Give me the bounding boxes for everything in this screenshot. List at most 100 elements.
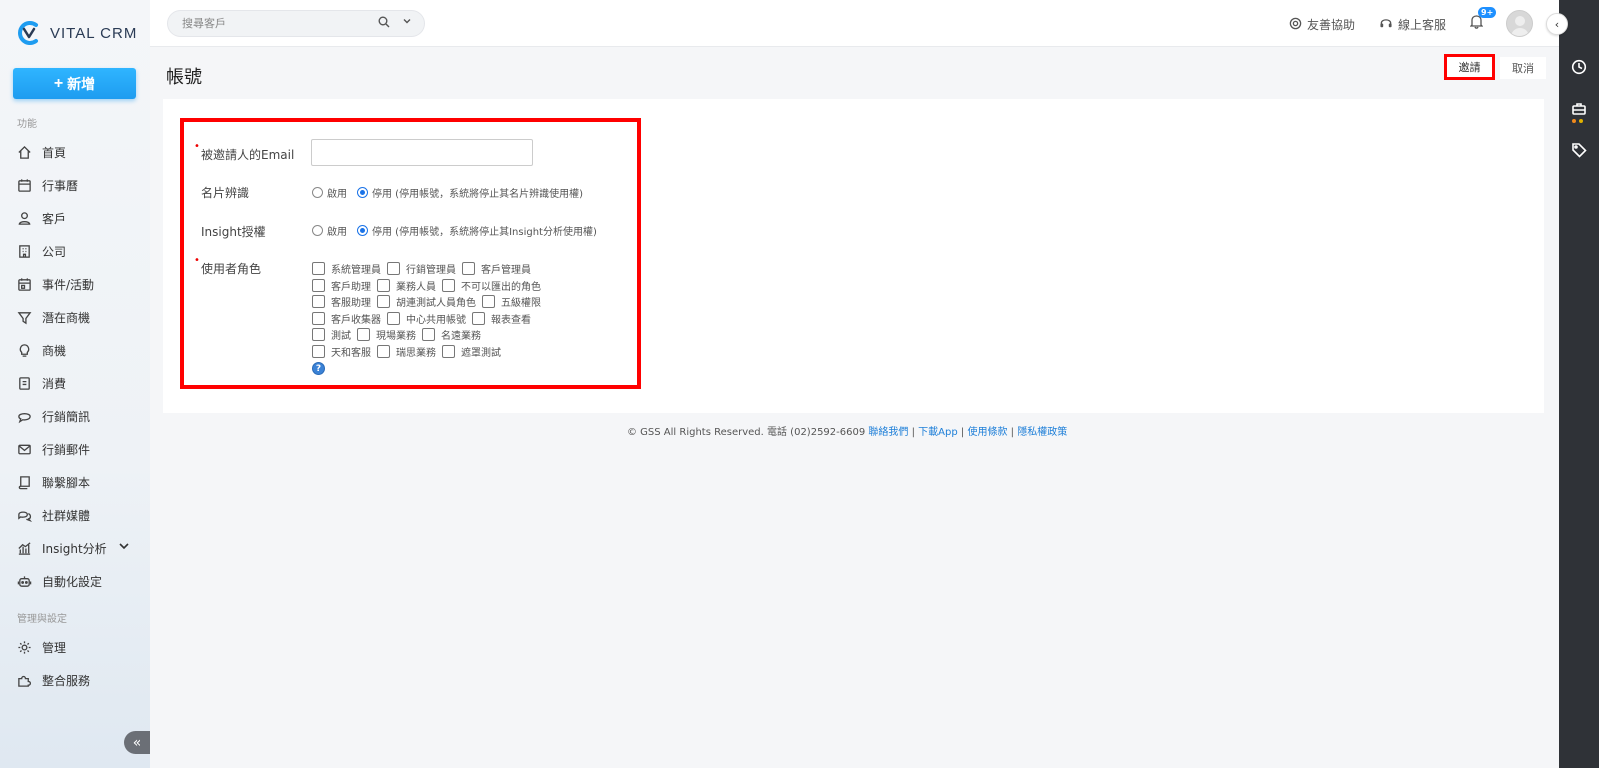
- sidebar-item-consumption[interactable]: 消費: [16, 373, 136, 393]
- notifications-button[interactable]: 9+: [1469, 7, 1497, 32]
- checkbox[interactable]: [312, 328, 325, 341]
- briefcase-icon[interactable]: [1571, 101, 1587, 117]
- sidebar-item-home[interactable]: 首頁: [16, 142, 136, 162]
- role-checkbox[interactable]: 客戶管理員: [462, 261, 531, 276]
- role-checkbox[interactable]: 客服助理: [312, 294, 371, 309]
- sidebar-item-integrations[interactable]: 整合服務: [16, 670, 136, 690]
- checkbox[interactable]: [387, 262, 400, 275]
- support-link[interactable]: 線上客服: [1379, 16, 1446, 33]
- footer-separator: |: [960, 427, 965, 438]
- insight-disable-label: 停用 (停用帳號，系統將停止其Insight分析使用權): [372, 227, 597, 238]
- card-disable-radio[interactable]: [357, 187, 368, 198]
- role-checkbox[interactable]: 現場業務: [357, 327, 416, 342]
- topbar: 友善協助 線上客服 9+: [150, 0, 1559, 47]
- terms-link[interactable]: 使用條款: [967, 427, 1007, 438]
- checkbox[interactable]: [312, 345, 325, 358]
- chart-icon: [16, 540, 32, 556]
- sidebar-item-company[interactable]: 公司: [16, 241, 136, 261]
- role-checkbox[interactable]: 天和客服: [312, 344, 371, 359]
- search-input[interactable]: [168, 17, 368, 30]
- tag-icon[interactable]: [1571, 142, 1587, 158]
- sidebar-item-automation[interactable]: 自動化設定: [16, 571, 136, 591]
- insight-enable-radio[interactable]: [312, 225, 323, 236]
- notification-badge: 9+: [1478, 7, 1497, 18]
- card-recognition-options: 啟用 停用 (停用帳號，系統將停止其名片辨識使用權): [312, 185, 583, 200]
- role-checkbox[interactable]: 名遠業務: [422, 327, 481, 342]
- footer-separator: |: [1010, 427, 1015, 438]
- sidebar-item-opportunities[interactable]: 商機: [16, 340, 136, 360]
- help-icon[interactable]: ?: [312, 362, 325, 375]
- role-checkbox[interactable]: 系統管理員: [312, 261, 381, 276]
- sidebar-item-events[interactable]: 事件/活動: [16, 274, 136, 294]
- sidebar-item-scripts[interactable]: 聯繫腳本: [16, 472, 136, 492]
- checkbox[interactable]: [472, 312, 485, 325]
- insight-disable-radio[interactable]: [357, 225, 368, 236]
- social-icon: [16, 507, 32, 523]
- card-enable-radio[interactable]: [312, 187, 323, 198]
- role-checkbox[interactable]: 遮罩測試: [442, 344, 501, 359]
- footer-separator: |: [911, 427, 915, 438]
- role-checkbox[interactable]: 業務人員: [377, 278, 436, 293]
- sidebar-item-leads[interactable]: 潛在商機: [16, 307, 136, 327]
- status-dots: [1572, 119, 1583, 123]
- search-icon[interactable]: [378, 16, 390, 31]
- privacy-link[interactable]: 隱私權政策: [1017, 427, 1067, 438]
- card-recognition-label: 名片辨識: [201, 186, 250, 200]
- role-checkbox[interactable]: 客戶收集器: [312, 311, 381, 326]
- logo-text: VITAL CRM: [50, 24, 138, 42]
- puzzle-icon: [16, 672, 32, 688]
- required-marker: •: [194, 255, 200, 266]
- gear-icon: [16, 639, 32, 655]
- collapse-sidebar-button[interactable]: «: [124, 731, 150, 754]
- checkbox[interactable]: [442, 279, 455, 292]
- checkbox[interactable]: [357, 328, 370, 341]
- checkbox[interactable]: [462, 262, 475, 275]
- invite-button[interactable]: 邀請: [1444, 54, 1495, 80]
- cancel-button[interactable]: 取消: [1500, 57, 1546, 79]
- sidebar-item-sms[interactable]: 行銷簡訊: [16, 406, 136, 426]
- search-dropdown-icon[interactable]: [402, 16, 412, 29]
- sidebar-item-email[interactable]: 行銷郵件: [16, 439, 136, 459]
- email-field[interactable]: [311, 139, 533, 166]
- search-box: [167, 10, 425, 37]
- event-calendar-icon: [16, 276, 32, 292]
- chevron-down-icon[interactable]: [118, 540, 130, 555]
- role-checkbox[interactable]: 胡連測試人員角色: [377, 294, 476, 309]
- checkbox[interactable]: [422, 328, 435, 341]
- sidebar-item-social[interactable]: 社群媒體: [16, 505, 136, 525]
- copyright-text: © GSS All Rights Reserved. 電話 (02)2592-6…: [627, 427, 866, 438]
- clock-icon[interactable]: [1571, 59, 1587, 75]
- sidebar-item-insight[interactable]: Insight分析: [16, 538, 136, 558]
- sidebar-item-customers[interactable]: 客戶: [16, 208, 136, 228]
- checkbox[interactable]: [312, 312, 325, 325]
- avatar[interactable]: [1506, 10, 1533, 37]
- checkbox[interactable]: [377, 345, 390, 358]
- role-checkbox[interactable]: 客戶助理: [312, 278, 371, 293]
- checkbox[interactable]: [312, 295, 325, 308]
- checkbox[interactable]: [312, 262, 325, 275]
- checkbox[interactable]: [377, 295, 390, 308]
- checkbox[interactable]: [442, 345, 455, 358]
- checkbox[interactable]: [377, 279, 390, 292]
- insight-license-options: 啟用 停用 (停用帳號，系統將停止其Insight分析使用權): [312, 223, 597, 238]
- role-checkbox[interactable]: 中心共用帳號: [387, 311, 466, 326]
- role-checkbox[interactable]: 不可以匯出的角色: [442, 278, 541, 293]
- contact-link[interactable]: 聯絡我們: [868, 427, 908, 438]
- checkbox[interactable]: [482, 295, 495, 308]
- toggle-panel-button[interactable]: ‹: [1546, 13, 1568, 35]
- role-checkbox[interactable]: 報表查看: [472, 311, 531, 326]
- sidebar-item-admin[interactable]: 管理: [16, 637, 136, 657]
- logo[interactable]: VITAL CRM: [16, 20, 137, 46]
- chat-icon: [16, 408, 32, 424]
- role-checkbox[interactable]: 測試: [312, 327, 351, 342]
- sidebar-item-calendar[interactable]: 行事曆: [16, 175, 136, 195]
- checkbox[interactable]: [387, 312, 400, 325]
- download-app-link[interactable]: 下載App: [918, 427, 958, 438]
- role-checkbox[interactable]: 瑞思業務: [377, 344, 436, 359]
- right-rail: [1559, 0, 1599, 768]
- role-checkbox[interactable]: 行銷管理員: [387, 261, 456, 276]
- role-checkbox[interactable]: 五級權限: [482, 294, 541, 309]
- checkbox[interactable]: [312, 279, 325, 292]
- help-link[interactable]: 友善協助: [1289, 16, 1355, 33]
- add-new-button[interactable]: + 新增: [13, 68, 136, 99]
